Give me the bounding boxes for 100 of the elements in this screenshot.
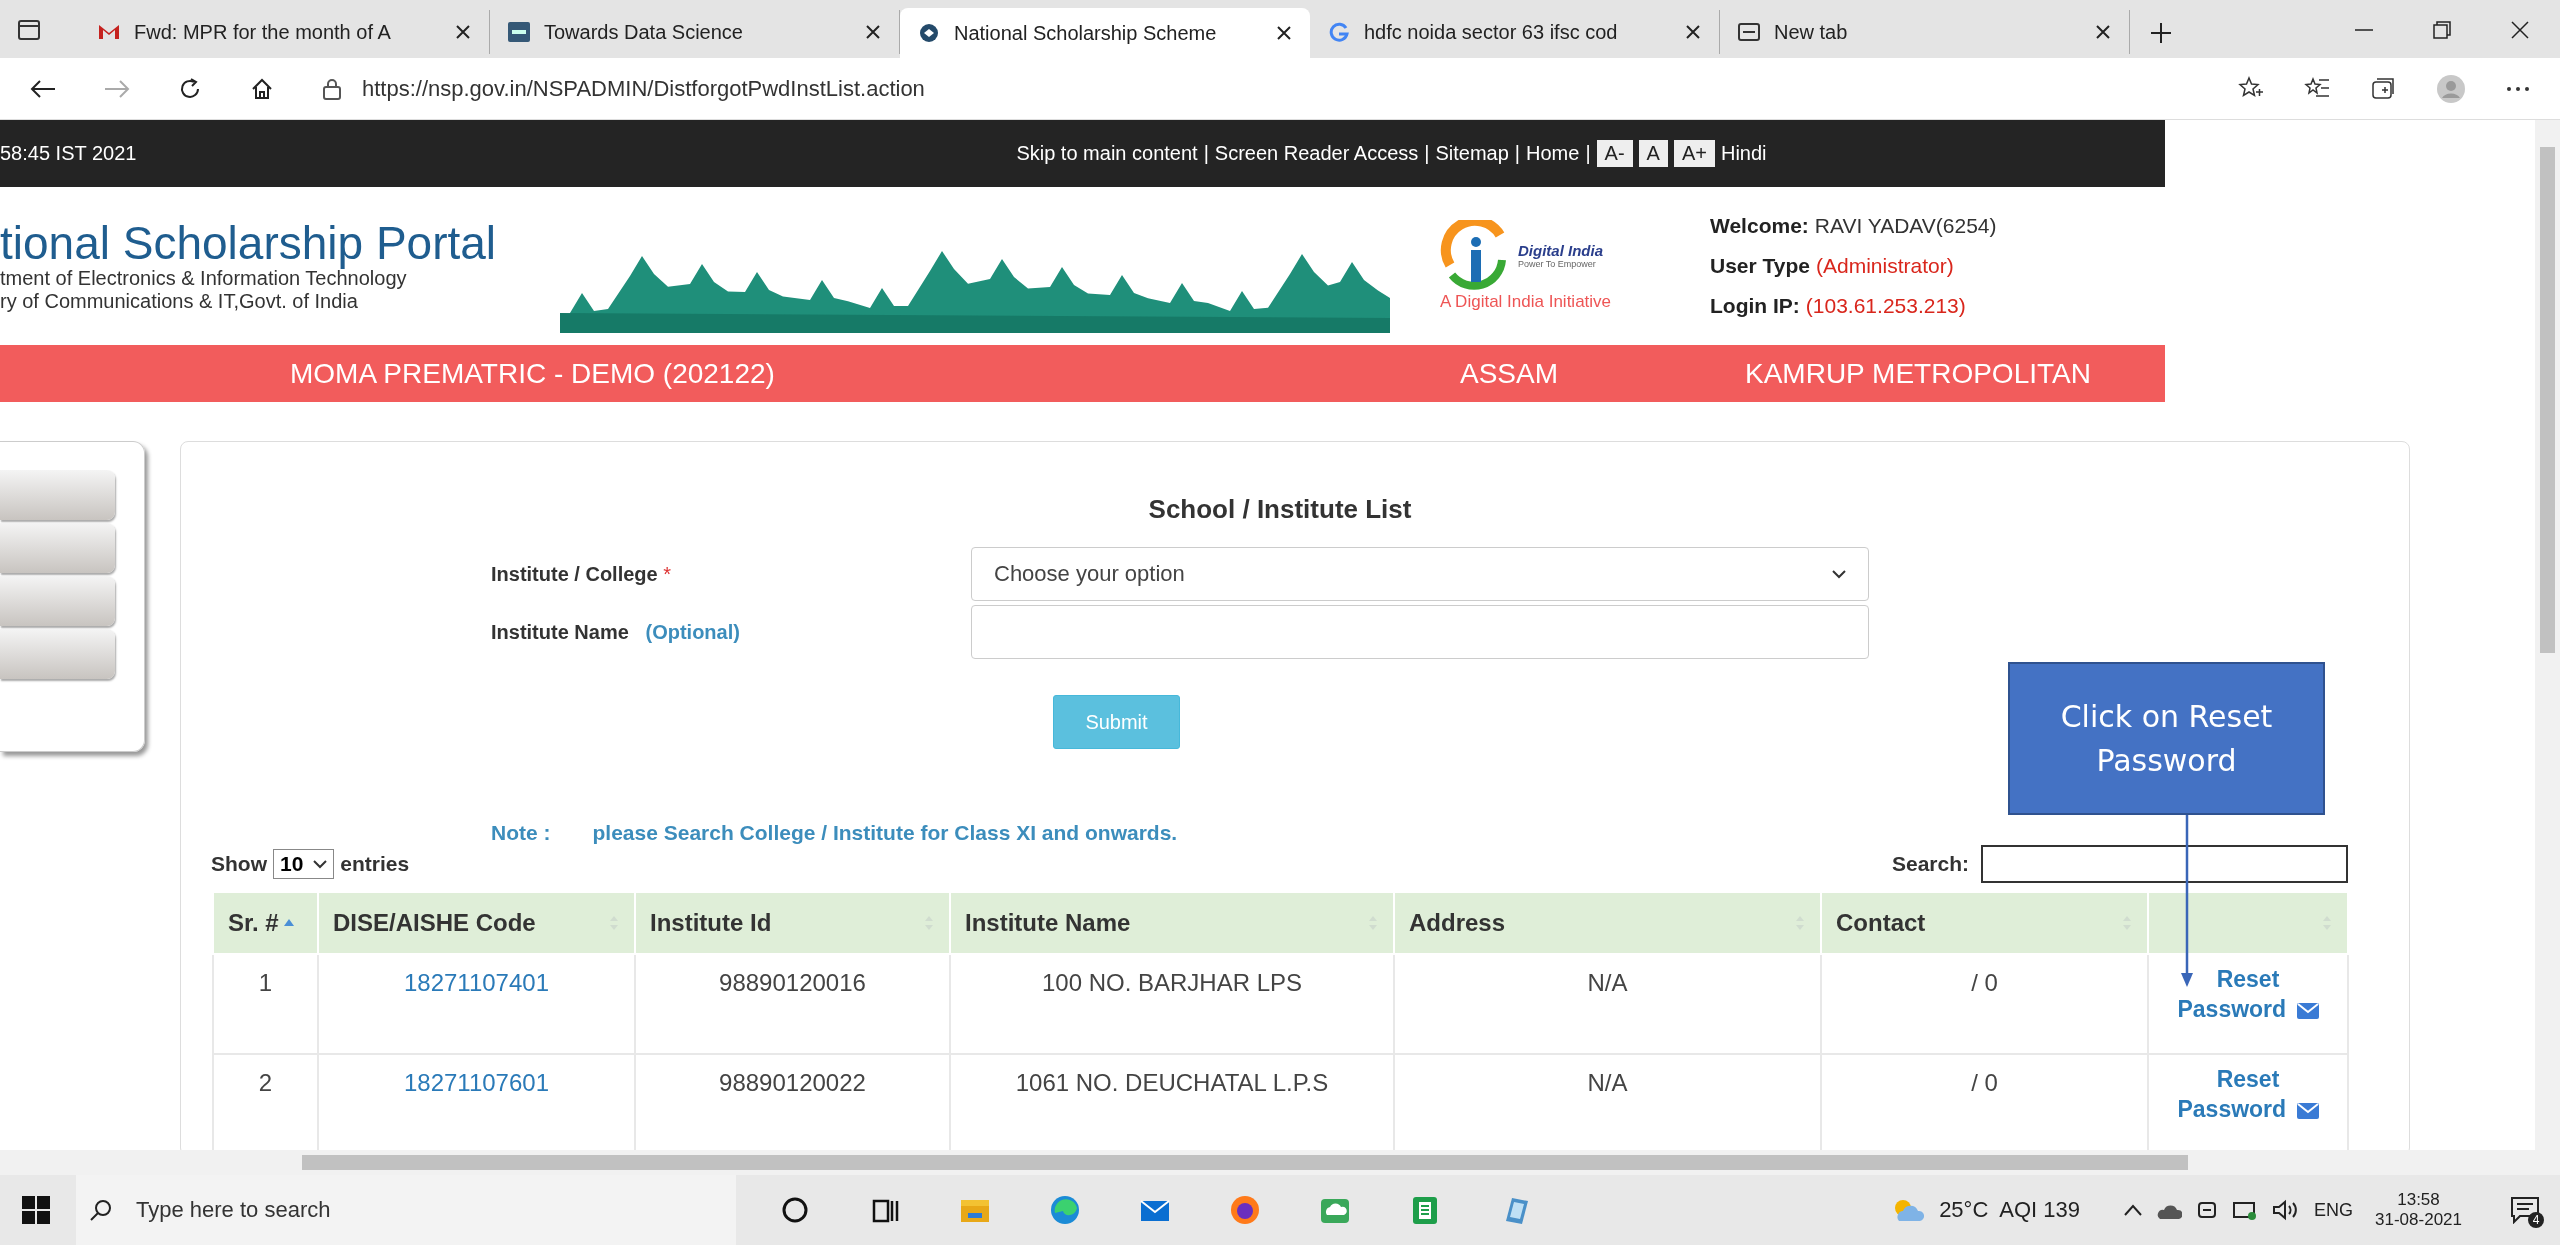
institute-id: 98890120022 — [719, 1069, 866, 1096]
portal-title: tional Scholarship Portal — [0, 218, 498, 268]
close-icon[interactable] — [2095, 24, 2111, 40]
firefox-icon[interactable] — [1228, 1193, 1262, 1227]
nav-link[interactable]: Screen Reader Access — [1214, 142, 1419, 165]
site-icon — [508, 22, 530, 42]
chevron-down-icon — [313, 859, 328, 869]
browser-tab[interactable]: New tab — [1720, 10, 2130, 54]
page-size-dropdown[interactable]: 10 — [273, 849, 335, 879]
mail-icon — [98, 22, 120, 42]
profile-avatar-icon[interactable] — [2436, 73, 2466, 104]
notification-icon[interactable] — [2510, 1196, 2540, 1224]
windows-start-icon[interactable] — [22, 1196, 50, 1224]
taskbar-search-field[interactable]: Type here to search — [76, 1175, 736, 1245]
tab-title: Towards Data Science — [544, 20, 744, 44]
column-header[interactable]: Contact — [1836, 909, 1926, 937]
info-label: Login IP: — [1710, 294, 1800, 317]
institute-id: 98890120016 — [719, 969, 866, 996]
close-icon[interactable] — [455, 24, 471, 40]
address-text: N/A — [1587, 969, 1628, 996]
tab-title: National Scholarship Scheme — [954, 21, 1218, 45]
network-icon[interactable] — [2232, 1199, 2258, 1221]
envelope-icon — [2296, 1002, 2319, 1019]
nav-link[interactable]: Hindi — [1721, 142, 1767, 165]
browser-tab[interactable]: National Scholarship Scheme — [900, 8, 1310, 58]
edge-browser-icon[interactable] — [1048, 1193, 1082, 1227]
tab-title: New tab — [1774, 20, 1849, 44]
home-icon[interactable] — [250, 76, 274, 101]
close-icon[interactable] — [2510, 20, 2530, 40]
form-title: School / Institute List — [1147, 494, 1413, 525]
scrollbar-thumb[interactable] — [302, 1155, 2188, 1170]
close-icon[interactable] — [865, 24, 881, 40]
column-header[interactable]: Institute Id — [650, 909, 772, 937]
new-tab-icon[interactable] — [2150, 22, 2172, 44]
entries-label: entries — [340, 852, 410, 876]
search-label: Search: — [1891, 852, 1969, 876]
font-size-button[interactable]: A — [1638, 140, 1668, 167]
chevron-down-icon — [1832, 569, 1846, 579]
column-header[interactable]: Institute Name — [965, 909, 1131, 937]
collections-icon[interactable] — [2370, 75, 2396, 102]
logo-text: Digital India — [1518, 241, 1603, 259]
tab-title: Fwd: MPR for the month of A — [134, 20, 392, 44]
show-label: Show — [211, 852, 267, 876]
portal-subtitle: ry of Communications & IT,Govt. of India — [0, 290, 359, 314]
speaker-icon[interactable] — [2272, 1199, 2300, 1221]
contact-text: / 0 — [1971, 1069, 1998, 1096]
scheme-name: MOMA PREMATRIC - DEMO (202122) — [290, 357, 776, 390]
column-header[interactable]: Address — [1409, 909, 1506, 937]
code-link[interactable]: 18271107601 — [403, 1069, 549, 1096]
horizontal-scrollbar[interactable] — [0, 1150, 2560, 1175]
browser-tab[interactable]: Fwd: MPR for the month of A — [80, 10, 490, 54]
district-name: KAMRUP METROPOLITAN — [1745, 357, 2091, 390]
font-size-button[interactable]: A- — [1596, 140, 1633, 167]
institute-name: 1061 NO. DEUCHATAL L.P.S — [1015, 1069, 1329, 1096]
date-time-text: 58:45 IST 2021 — [0, 142, 137, 165]
lock-icon — [322, 77, 342, 100]
language-indicator[interactable]: ENG — [2314, 1199, 2354, 1221]
address-text: N/A — [1587, 1069, 1628, 1096]
dropdown[interactable]: Choose your option — [971, 547, 1869, 601]
institute-name: 100 NO. BARJHAR LPS — [1041, 969, 1303, 996]
info-label: User Type — [1710, 254, 1810, 277]
restore-icon[interactable] — [2432, 20, 2452, 40]
close-icon[interactable] — [1685, 24, 1701, 40]
nav-link[interactable]: Sitemap — [1435, 142, 1509, 165]
info-value: (Administrator) — [1816, 254, 1954, 277]
new-tab-icon — [1738, 22, 1760, 42]
field-label: Institute / College * — [491, 562, 673, 586]
vertical-scrollbar[interactable] — [2535, 120, 2560, 1150]
info-label: Welcome: — [1710, 214, 1809, 237]
more-options-icon[interactable] — [2506, 84, 2530, 93]
logo-tagline: Power To Empower — [1518, 258, 1597, 269]
clock-time[interactable]: 13:58 — [2397, 1190, 2440, 1210]
info-value: RAVI YADAV(6254) — [1814, 214, 1997, 237]
input-field[interactable] — [971, 605, 1869, 659]
info-value: (103.61.253.213) — [1805, 294, 1966, 317]
logo-caption: A Digital India Initiative — [1440, 292, 1612, 312]
close-icon[interactable] — [1276, 25, 1292, 41]
tab-actions-icon[interactable] — [18, 20, 40, 40]
contact-text: / 0 — [1971, 969, 1998, 996]
weather-text[interactable]: 25°C AQI 139 — [1939, 1197, 2080, 1223]
search-field[interactable] — [1981, 845, 2348, 883]
browser-tab[interactable]: Towards Data Science — [490, 10, 900, 54]
note-label: Note : — [491, 821, 551, 845]
row-number: 1 — [258, 969, 273, 996]
scrollbar-thumb[interactable] — [2540, 147, 2555, 653]
envelope-icon — [2296, 1102, 2319, 1119]
browser-tab[interactable]: hdfc noida sector 63 ifsc cod — [1310, 10, 1720, 54]
field-label: Institute Name (Optional) — [491, 620, 741, 644]
tab-title: hdfc noida sector 63 ifsc cod — [1364, 20, 1619, 44]
search-icon — [90, 1199, 112, 1221]
url-text[interactable]: https://nsp.gov.in/NSPADMIN/DistforgotPwdInstList.action — [362, 75, 925, 102]
row-number: 2 — [258, 1069, 273, 1096]
clock-date[interactable]: 31-08-2021 — [2375, 1210, 2462, 1230]
code-link[interactable]: 18271107401 — [403, 969, 549, 996]
chevron-up-icon[interactable] — [2124, 1204, 2142, 1216]
nav-link[interactable]: Home — [1526, 142, 1580, 165]
refresh-icon[interactable] — [178, 76, 202, 101]
nav-link[interactable]: Skip to main content — [1016, 142, 1198, 165]
font-size-button[interactable]: A+ — [1673, 140, 1715, 167]
back-icon[interactable] — [30, 78, 56, 99]
